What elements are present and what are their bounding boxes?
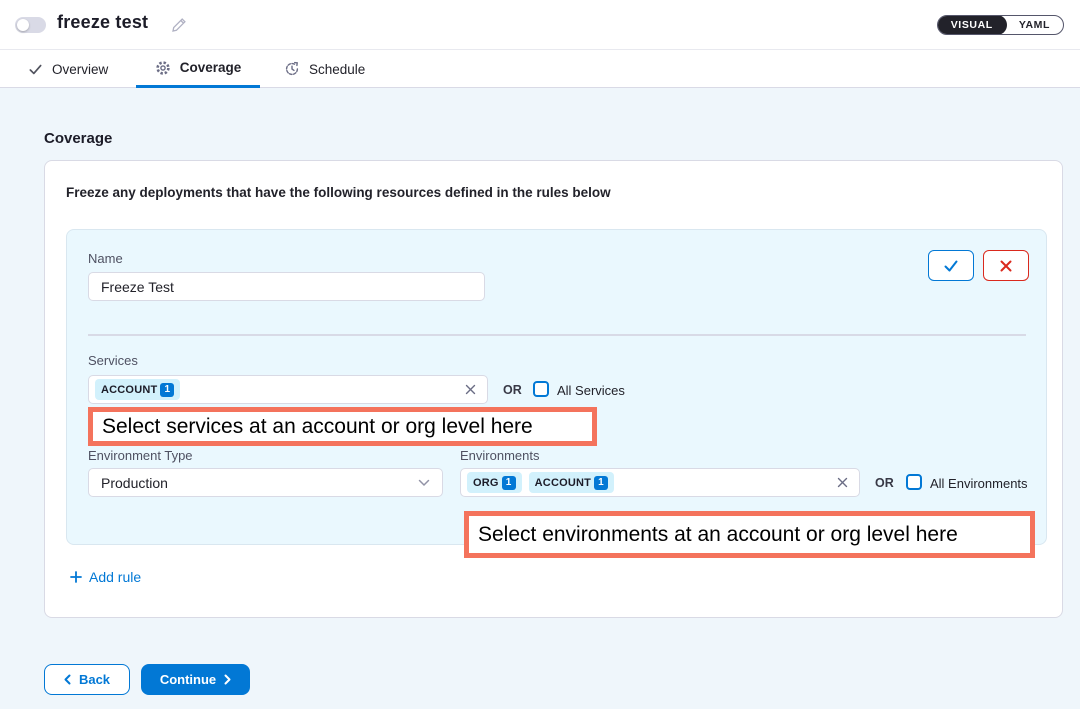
plus-icon: [70, 571, 82, 583]
services-label: Services: [88, 353, 138, 368]
add-rule-label: Add rule: [89, 569, 141, 585]
yaml-toggle-option[interactable]: YAML: [1006, 16, 1063, 34]
cancel-x-icon: [999, 259, 1013, 273]
name-input[interactable]: Freeze Test: [88, 272, 485, 301]
header-bar: freeze test VISUAL YAML: [0, 0, 1080, 50]
environment-tag-count-badge: 1: [502, 476, 516, 490]
visual-toggle-option[interactable]: VISUAL: [937, 15, 1007, 35]
add-rule-button[interactable]: Add rule: [70, 569, 141, 585]
confirm-check-icon: [942, 258, 960, 274]
environment-type-label: Environment Type: [88, 448, 193, 463]
rule-divider: [88, 334, 1026, 336]
all-environments-label: All Environments: [930, 476, 1028, 491]
chevron-left-icon: [64, 674, 71, 685]
environment-tag-org[interactable]: ORG 1: [467, 472, 522, 493]
back-button[interactable]: Back: [44, 664, 130, 695]
tab-overview[interactable]: Overview: [28, 50, 108, 88]
all-services-label: All Services: [557, 383, 625, 398]
name-value: Freeze Test: [101, 279, 174, 295]
environment-type-value: Production: [101, 475, 168, 491]
services-clear-icon[interactable]: [464, 383, 477, 396]
toggle-knob: [17, 19, 29, 31]
clock-schedule-icon: [284, 61, 300, 77]
continue-button[interactable]: Continue: [141, 664, 250, 695]
chevron-right-icon: [224, 674, 231, 685]
tab-coverage[interactable]: Coverage: [136, 50, 260, 88]
environments-or-label: OR: [875, 476, 894, 490]
freeze-title: freeze test: [57, 12, 148, 33]
service-tag-account[interactable]: ACCOUNT 1: [95, 379, 180, 400]
tab-schedule[interactable]: Schedule: [284, 50, 365, 88]
environment-tag-label: ORG: [473, 477, 499, 489]
tab-overview-label: Overview: [52, 62, 108, 77]
environment-type-select[interactable]: Production: [88, 468, 443, 497]
coverage-description: Freeze any deployments that have the fol…: [66, 185, 611, 200]
back-label: Back: [79, 672, 110, 687]
name-label: Name: [88, 251, 123, 266]
chevron-down-icon: [418, 479, 430, 487]
confirm-rule-button[interactable]: [928, 250, 974, 281]
all-environments-checkbox[interactable]: [906, 474, 922, 490]
environment-tag-count-badge: 1: [594, 476, 608, 490]
environment-tag-account[interactable]: ACCOUNT 1: [529, 472, 614, 493]
gear-icon: [155, 60, 171, 76]
service-tag-count-badge: 1: [160, 383, 174, 397]
service-tag-label: ACCOUNT: [101, 384, 157, 396]
environments-input[interactable]: ORG 1 ACCOUNT 1: [460, 468, 860, 497]
visual-yaml-toggle: VISUAL YAML: [937, 15, 1064, 35]
environment-tag-label: ACCOUNT: [535, 477, 591, 489]
wizard-tabbar: Overview Coverage Schedule: [0, 50, 1080, 88]
edit-title-icon[interactable]: [170, 16, 188, 34]
page-title: Coverage: [44, 130, 112, 147]
all-services-checkbox[interactable]: [533, 381, 549, 397]
tab-coverage-label: Coverage: [180, 60, 242, 75]
environments-clear-icon[interactable]: [836, 476, 849, 489]
cancel-rule-button[interactable]: [983, 250, 1029, 281]
services-annotation-callout: Select services at an account or org lev…: [88, 407, 597, 446]
freeze-studio-page: freeze test VISUAL YAML Overview Coverag…: [0, 0, 1080, 709]
environments-label: Environments: [460, 448, 539, 463]
tab-schedule-label: Schedule: [309, 62, 365, 77]
continue-label: Continue: [160, 672, 216, 687]
services-or-label: OR: [503, 383, 522, 397]
freeze-enable-toggle[interactable]: [15, 17, 46, 33]
environments-annotation-callout: Select environments at an account or org…: [464, 511, 1035, 558]
services-input[interactable]: ACCOUNT 1: [88, 375, 488, 404]
check-icon: [28, 62, 43, 77]
